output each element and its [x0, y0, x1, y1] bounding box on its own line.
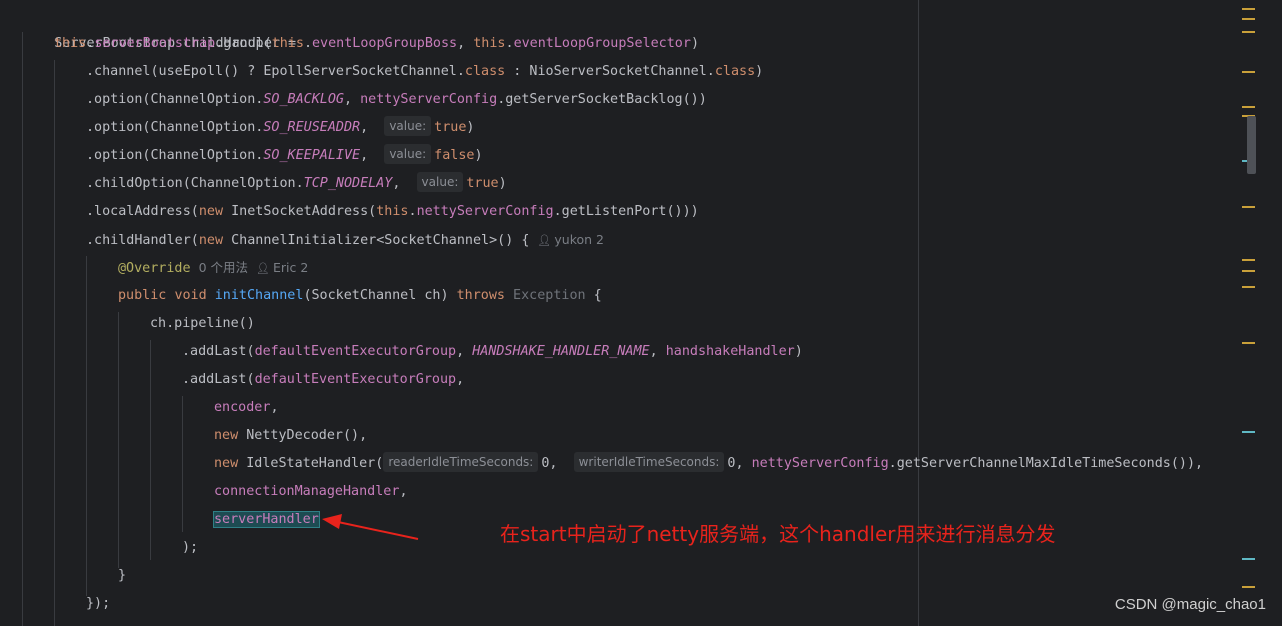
watermark: CSDN @magic_chao1	[1114, 596, 1266, 613]
annotation-text: 在start中启动了netty服务端，这个handler用来进行消息分发	[500, 522, 1056, 546]
